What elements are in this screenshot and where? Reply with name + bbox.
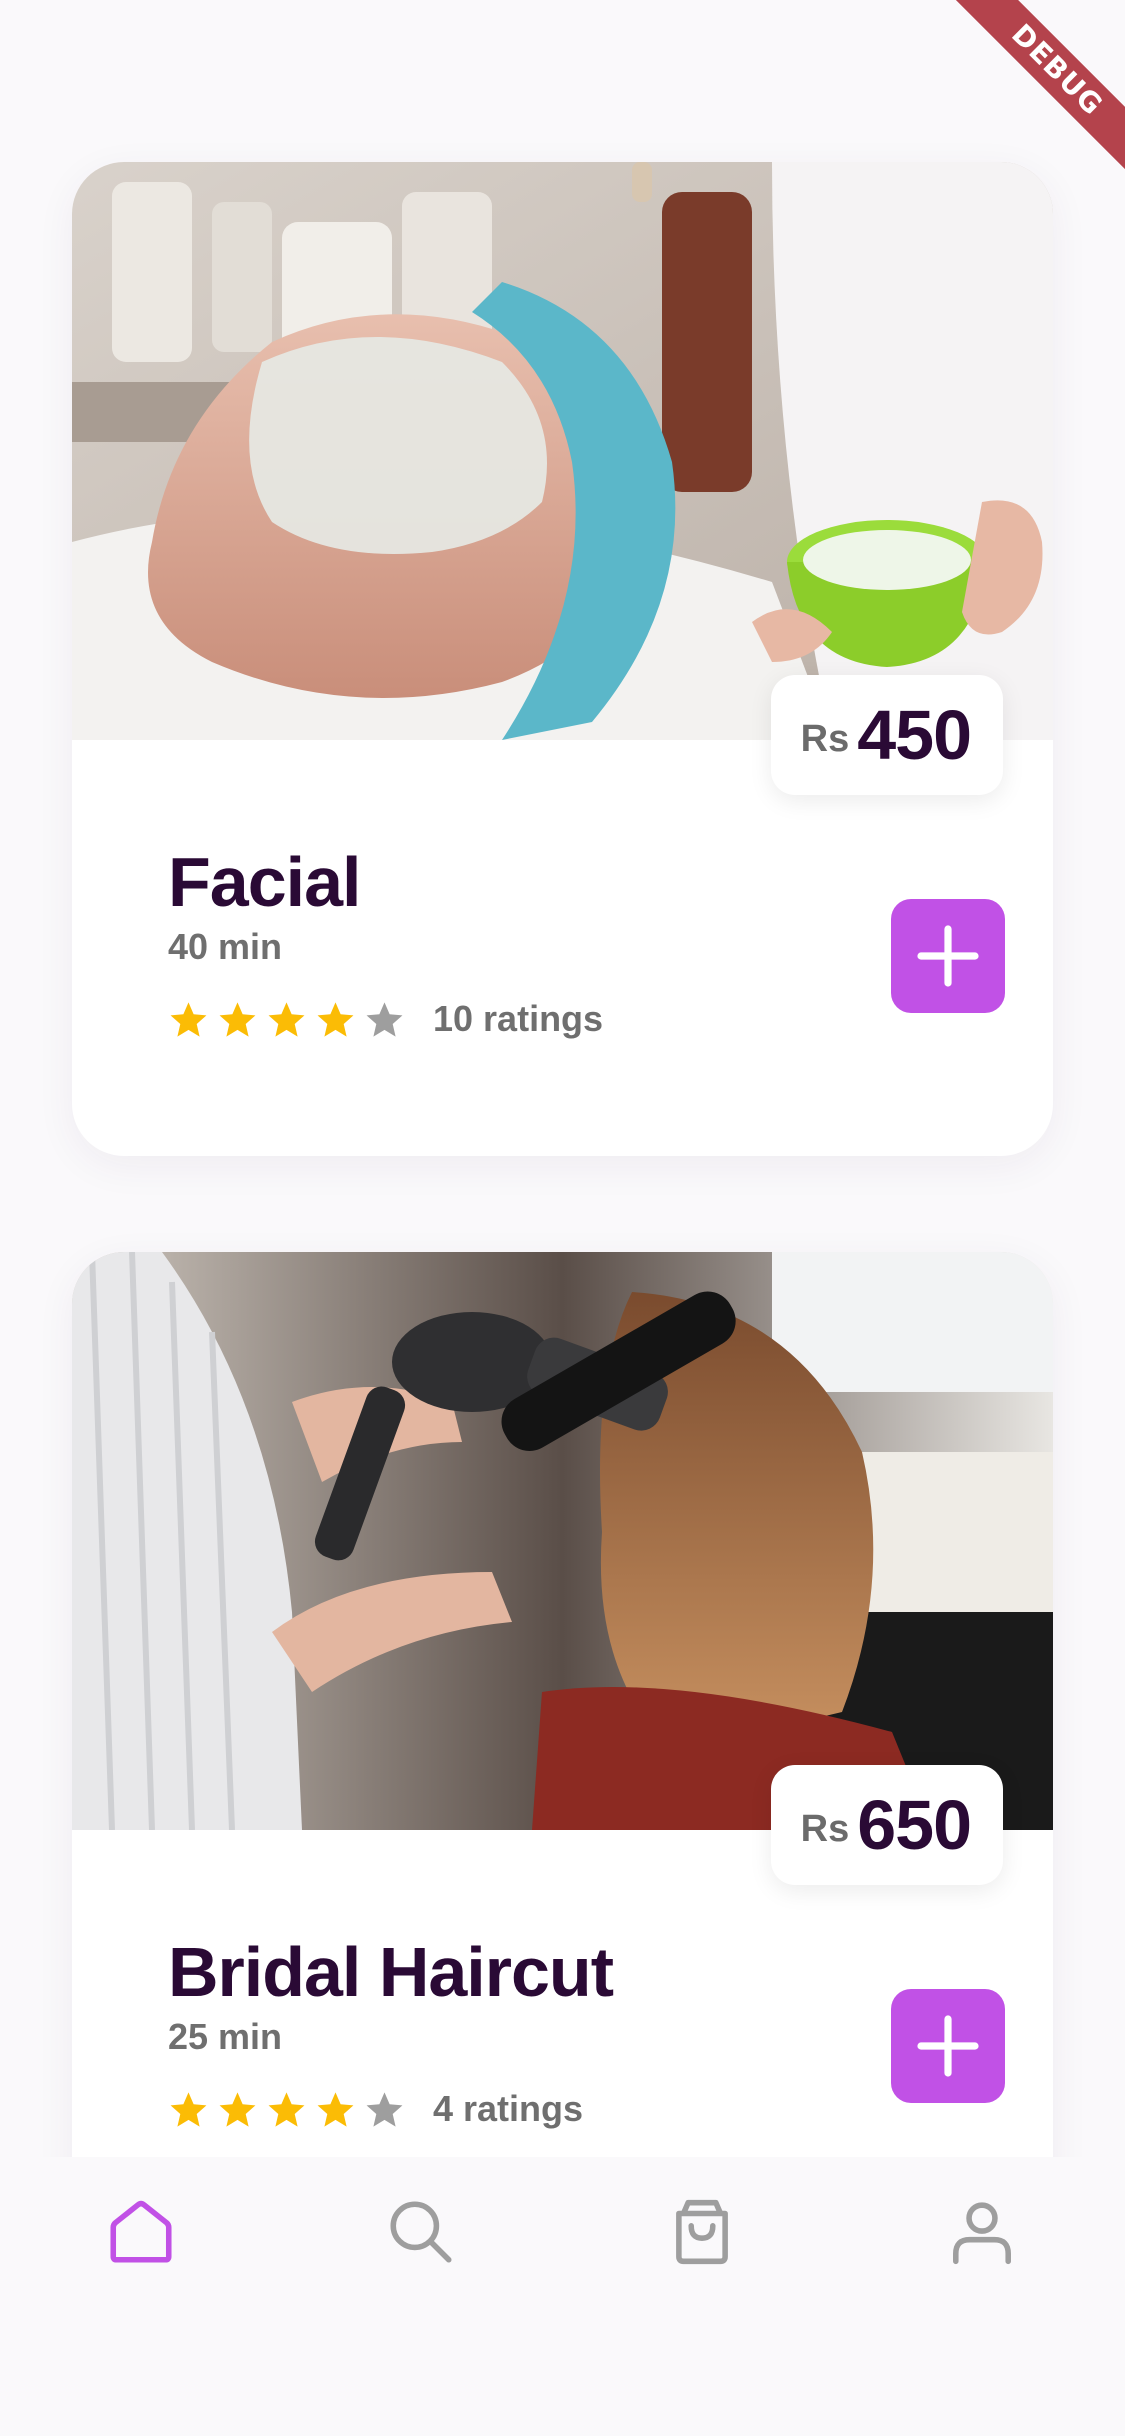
profile-icon [953,2202,1011,2265]
haircut-photo-illustration [72,1252,1053,1830]
price-tag: Rs 650 [770,1765,1003,1885]
ratings-count: 4 ratings [433,2088,584,2129]
nav-cart[interactable] [657,2187,747,2277]
price-value: 450 [857,696,972,774]
star-empty-icon [366,2091,403,2127]
star-rating [168,999,405,1040]
star-filled-icon [170,1001,207,1037]
price-value: 650 [857,1786,972,1864]
star-filled-icon [268,2091,305,2127]
star-filled-icon [317,2091,354,2127]
star-filled-icon [219,2091,256,2127]
service-card[interactable]: Rs 450 Facial 40 min 10 ratings [72,162,1053,1156]
service-duration: 25 min [168,2016,283,2057]
home-icon [110,2200,172,2263]
add-to-cart-button[interactable] [891,899,1005,1013]
plus-icon [917,2015,979,2077]
rating-row: 10 ratings [168,998,603,1040]
star-filled-icon [268,1001,305,1037]
nav-search[interactable] [376,2187,466,2277]
facial-treatment-photo [72,162,1053,740]
price-currency: Rs [800,1807,850,1850]
facial-photo-illustration [72,162,1053,740]
nav-home[interactable] [96,2187,186,2277]
service-title: Facial [168,843,361,921]
plus-icon [917,925,979,987]
search-icon [390,2201,452,2263]
ratings-count: 10 ratings [433,998,604,1039]
star-filled-icon [317,1001,354,1037]
price-currency: Rs [800,717,850,760]
star-filled-icon [219,1001,256,1037]
service-duration: 40 min [168,926,283,967]
rating-row: 4 ratings [168,2088,613,2130]
shopping-bag-icon [676,2199,728,2265]
star-filled-icon [170,2091,207,2127]
service-info: Bridal Haircut 25 min 4 ratings [168,1932,614,2130]
service-info: Facial 40 min 10 ratings [168,842,603,1040]
price-tag: Rs 450 [770,675,1003,795]
nav-profile[interactable] [937,2187,1027,2277]
star-empty-icon [366,1001,403,1037]
hair-styling-photo [72,1252,1053,1830]
service-title: Bridal Haircut [168,1933,614,2011]
service-list[interactable]: Rs 450 Facial 40 min 10 ratings Rs 650 B… [0,0,1125,2157]
add-to-cart-button[interactable] [891,1989,1005,2103]
bottom-navigation [0,2157,1125,2436]
service-card[interactable]: Rs 650 Bridal Haircut 25 min 4 ratings [72,1252,1053,2157]
star-rating [168,2089,405,2130]
